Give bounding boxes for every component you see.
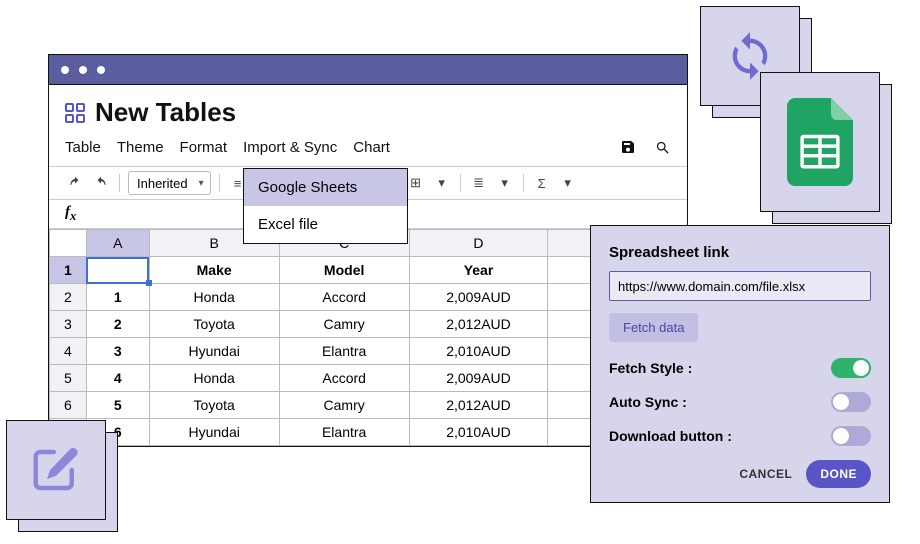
dropdown-excel-file[interactable]: Excel file [244, 206, 407, 243]
dropdown-google-sheets[interactable]: Google Sheets [244, 169, 407, 206]
stroke-button[interactable]: ≣ [469, 173, 489, 193]
chevron-down-icon[interactable]: ▾ [495, 173, 515, 193]
row-header[interactable]: 2 [50, 284, 87, 311]
cell[interactable] [86, 257, 149, 284]
chevron-down-icon[interactable]: ▾ [432, 173, 452, 193]
cell[interactable]: 2,012AUD [409, 392, 548, 419]
cell[interactable]: Toyota [149, 311, 279, 338]
menu-chart[interactable]: Chart [353, 139, 390, 156]
fetch-data-button[interactable]: Fetch data [609, 313, 698, 342]
cell[interactable]: Model [279, 257, 409, 284]
menu-format[interactable]: Format [180, 139, 228, 156]
app-logo-icon [65, 103, 85, 123]
undo-button[interactable] [65, 173, 85, 193]
import-sync-dropdown: Google Sheets Excel file [243, 168, 408, 244]
done-button[interactable]: DONE [806, 460, 871, 488]
window-titlebar [49, 55, 687, 85]
row-header[interactable]: 3 [50, 311, 87, 338]
download-button-toggle[interactable] [831, 426, 871, 446]
window-dot [97, 66, 105, 74]
cell[interactable]: Camry [279, 392, 409, 419]
menubar: Table Theme Format Import & Sync Chart [65, 134, 671, 166]
fx-label: fx [65, 204, 76, 224]
cell[interactable]: Honda [149, 284, 279, 311]
cell[interactable]: 2 [86, 311, 149, 338]
auto-sync-label: Auto Sync : [609, 394, 687, 410]
window-dot [79, 66, 87, 74]
cell[interactable]: Make [149, 257, 279, 284]
cell[interactable]: Accord [279, 365, 409, 392]
cell[interactable]: Hyundai [149, 419, 279, 446]
col-header[interactable]: D [409, 230, 548, 257]
menu-import-sync[interactable]: Import & Sync [243, 139, 337, 156]
row-header[interactable]: 5 [50, 365, 87, 392]
save-icon[interactable] [619, 138, 637, 156]
cell[interactable]: Accord [279, 284, 409, 311]
cell[interactable]: Toyota [149, 392, 279, 419]
window-dot [61, 66, 69, 74]
menu-table[interactable]: Table [65, 139, 101, 156]
font-select-value: Inherited [137, 176, 188, 191]
cancel-button[interactable]: CANCEL [739, 467, 792, 481]
edit-card [6, 420, 106, 520]
search-icon[interactable] [653, 138, 671, 156]
cell[interactable]: Honda [149, 365, 279, 392]
select-all-corner[interactable] [50, 230, 87, 257]
fetch-style-label: Fetch Style : [609, 360, 692, 376]
cell[interactable]: Hyundai [149, 338, 279, 365]
font-select[interactable]: Inherited [128, 171, 211, 195]
cell[interactable]: 1 [86, 284, 149, 311]
spreadsheet-link-panel: Spreadsheet link Fetch data Fetch Style … [590, 225, 890, 503]
cell[interactable]: 2,012AUD [409, 311, 548, 338]
page-title: New Tables [95, 97, 236, 128]
sheets-card [760, 72, 880, 212]
cell[interactable]: 3 [86, 338, 149, 365]
cell[interactable]: 4 [86, 365, 149, 392]
fetch-style-toggle[interactable] [831, 358, 871, 378]
spreadsheet-url-input[interactable] [609, 271, 871, 301]
panel-title: Spreadsheet link [609, 244, 871, 261]
auto-sync-toggle[interactable] [831, 392, 871, 412]
row-header[interactable]: 4 [50, 338, 87, 365]
chevron-down-icon[interactable]: ▾ [558, 173, 578, 193]
download-button-label: Download button : [609, 428, 732, 444]
row-header[interactable]: 1 [50, 257, 87, 284]
cell[interactable]: 5 [86, 392, 149, 419]
cell[interactable]: Year [409, 257, 548, 284]
redo-button[interactable] [91, 173, 111, 193]
cell[interactable]: 2,009AUD [409, 365, 548, 392]
google-sheets-icon [787, 98, 853, 186]
row-header[interactable]: 6 [50, 392, 87, 419]
cell[interactable]: 2,010AUD [409, 419, 548, 446]
cell[interactable]: 2,010AUD [409, 338, 548, 365]
cell[interactable]: Camry [279, 311, 409, 338]
cell[interactable]: 2,009AUD [409, 284, 548, 311]
edit-icon [29, 443, 83, 497]
cell[interactable]: Elantra [279, 338, 409, 365]
menu-theme[interactable]: Theme [117, 139, 164, 156]
borders-button[interactable]: ⊞ [406, 173, 426, 193]
cell[interactable]: Elantra [279, 419, 409, 446]
sigma-button[interactable]: Σ [532, 173, 552, 193]
col-header[interactable]: A [86, 230, 149, 257]
